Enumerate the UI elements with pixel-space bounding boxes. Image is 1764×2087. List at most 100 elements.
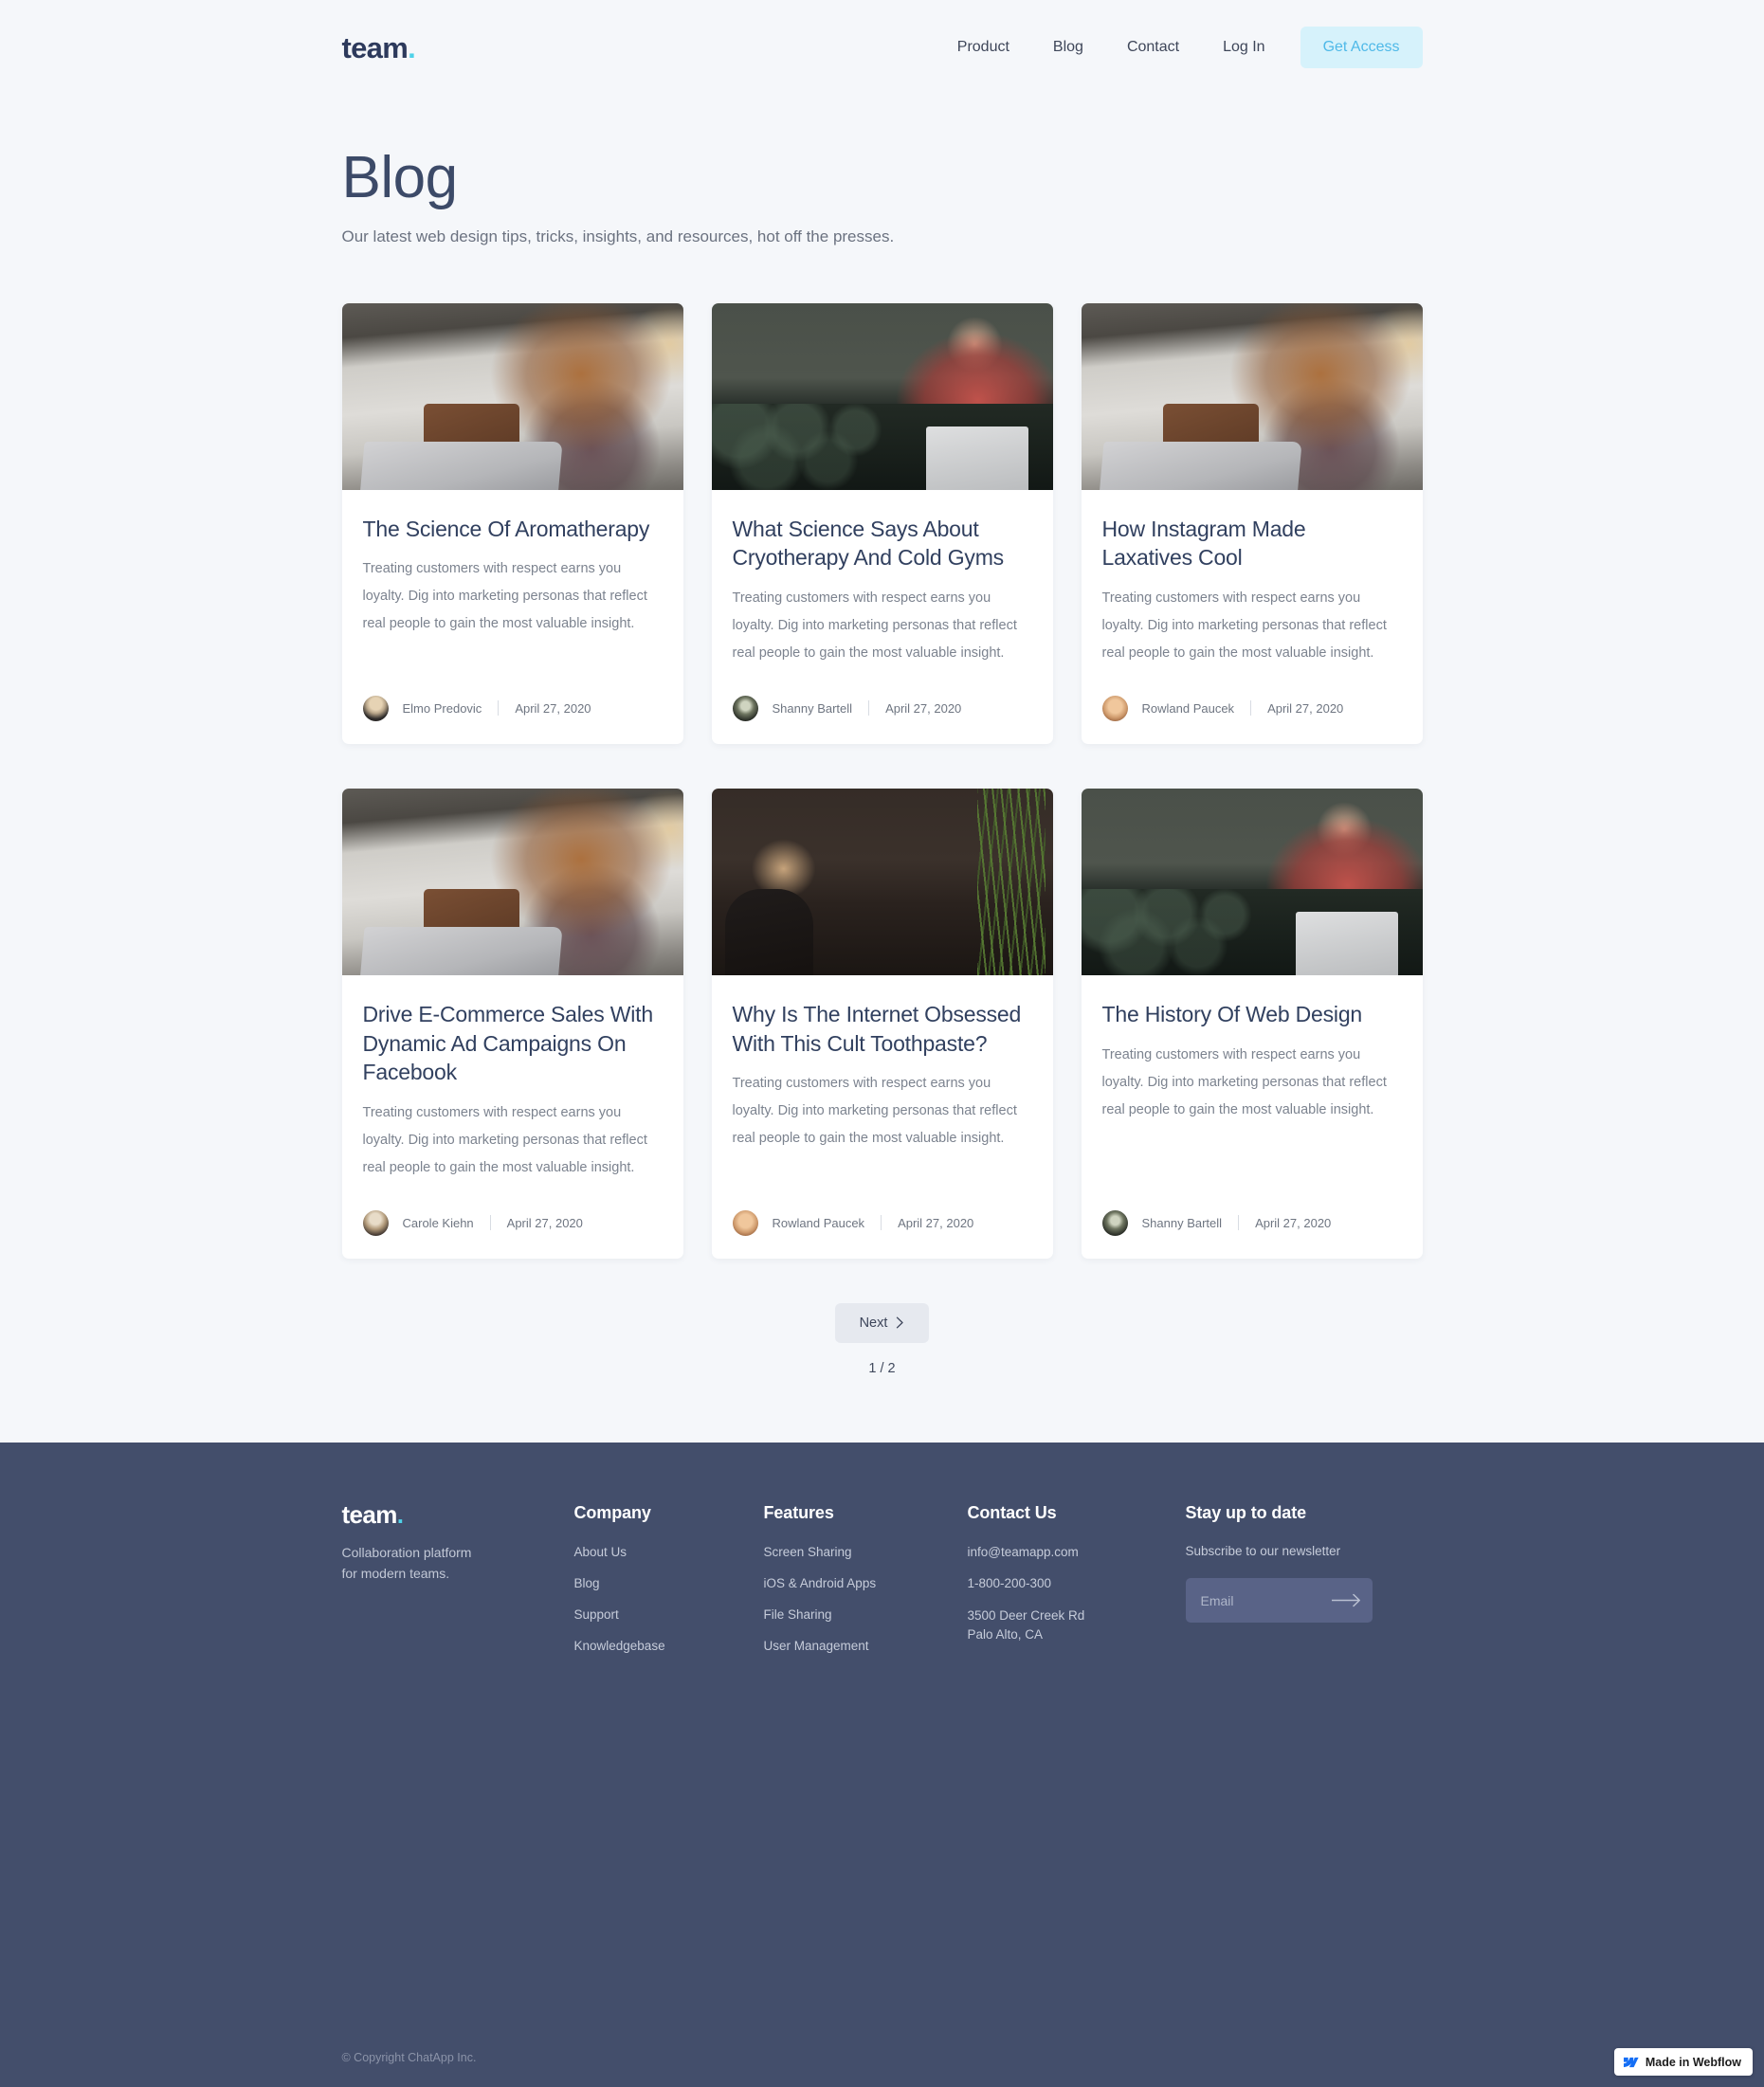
footer-link-blog[interactable]: Blog	[574, 1575, 764, 1593]
blog-card[interactable]: What Science Says About Cryotherapy And …	[711, 302, 1053, 744]
post-thumbnail	[1081, 302, 1423, 490]
post-body: What Science Says About Cryotherapy And …	[712, 490, 1053, 667]
footer-contact-list: info@teamapp.com 1-800-200-300 3500 Deer…	[968, 1544, 1186, 1643]
post-thumbnail	[711, 788, 1053, 975]
made-in-webflow-badge[interactable]: Made in Webflow	[1613, 2048, 1753, 2077]
post-image-toothpaste	[711, 788, 1053, 975]
footer-column-contact: Contact Us info@teamapp.com 1-800-200-30…	[968, 1502, 1186, 1656]
blog-card[interactable]: The History Of Web Design Treating custo…	[1081, 788, 1423, 1259]
meta-divider	[498, 700, 500, 717]
nav-link-product[interactable]: Product	[936, 30, 1031, 64]
footer-brand-column: team. Collaboration platform for modern …	[342, 1502, 574, 1656]
newsletter-email-input[interactable]	[1200, 1592, 1332, 1608]
post-thumbnail	[341, 788, 683, 975]
post-meta: Rowland Paucek April 27, 2020	[712, 1182, 1053, 1259]
avatar	[362, 1209, 389, 1236]
newsletter-title: Stay up to date	[1185, 1503, 1307, 1523]
post-body: How Instagram Made Laxatives Cool Treati…	[1082, 490, 1423, 667]
footer-contact-phone[interactable]: 1-800-200-300	[968, 1575, 1186, 1593]
post-author: Carole Kiehn	[402, 1215, 474, 1230]
post-excerpt: Treating customers with respect earns yo…	[362, 1104, 647, 1175]
footer-container: team. Collaboration platform for modern …	[342, 1502, 1423, 1656]
post-thumbnail	[341, 302, 683, 490]
footer-link-support[interactable]: Support	[574, 1606, 764, 1624]
post-date: April 27, 2020	[515, 700, 591, 716]
post-date: April 27, 2020	[885, 700, 962, 716]
post-excerpt: Treating customers with respect earns yo…	[732, 590, 1017, 661]
address-line-2: Palo Alto, CA	[967, 1626, 1044, 1642]
newsletter-form	[1185, 1578, 1373, 1624]
footer-link-screen-sharing[interactable]: Screen Sharing	[764, 1544, 968, 1562]
blog-card[interactable]: The Science Of Aromatherapy Treating cus…	[341, 302, 683, 744]
post-date: April 27, 2020	[506, 1215, 583, 1230]
post-title: Drive E-Commerce Sales With Dynamic Ad C…	[362, 1001, 654, 1085]
footer-logo-dot: .	[396, 1500, 404, 1530]
navbar-container: team. Product Blog Contact Log In Get Ac…	[342, 27, 1423, 68]
avatar	[362, 695, 389, 721]
post-title: The History Of Web Design	[1101, 1001, 1363, 1026]
footer-contact-email[interactable]: info@teamapp.com	[968, 1544, 1186, 1562]
footer-link-about-us[interactable]: About Us	[574, 1544, 764, 1562]
post-excerpt: Treating customers with respect earns yo…	[732, 1076, 1017, 1147]
footer-link-knowledgebase[interactable]: Knowledgebase	[574, 1638, 764, 1656]
page-title: Blog	[341, 145, 459, 210]
footer-link-list: Screen Sharing iOS & Android Apps File S…	[764, 1544, 968, 1656]
webflow-badge-label: Made in Webflow	[1645, 2055, 1741, 2069]
post-date: April 27, 2020	[898, 1215, 974, 1230]
chevron-right-icon	[897, 1316, 904, 1329]
footer-tagline-line1: Collaboration platform	[341, 1545, 472, 1561]
avatar	[732, 695, 758, 721]
post-meta: Rowland Paucek April 27, 2020	[1082, 667, 1423, 744]
post-author: Rowland Paucek	[772, 1215, 865, 1230]
nav-link-login[interactable]: Log In	[1201, 30, 1286, 64]
footer-column-title: Features	[763, 1503, 834, 1523]
avatar	[732, 1209, 758, 1236]
post-image-web-design-history	[1081, 788, 1423, 975]
pagination: Next 1 / 2	[342, 1259, 1423, 1443]
post-image-cryotherapy	[711, 302, 1053, 490]
footer-column-title: Company	[573, 1503, 651, 1523]
meta-divider	[489, 1215, 491, 1231]
arrow-right-icon	[1331, 1593, 1360, 1607]
blog-card[interactable]: Why Is The Internet Obsessed With This C…	[711, 788, 1053, 1259]
meta-divider	[1250, 700, 1252, 717]
footer-logo: team.	[342, 1502, 574, 1527]
address-line-1: 3500 Deer Creek Rd	[967, 1607, 1085, 1623]
logo-team[interactable]: team.	[342, 33, 416, 63]
newsletter-submit-button[interactable]	[1331, 1593, 1361, 1607]
post-author: Elmo Predovic	[402, 700, 482, 716]
post-title: How Instagram Made Laxatives Cool	[1101, 516, 1306, 571]
post-date: April 27, 2020	[1255, 1215, 1332, 1230]
footer-newsletter: Stay up to date Subscribe to our newslet…	[1185, 1502, 1423, 1656]
logo-text: team	[341, 30, 409, 64]
post-image-aromatherapy	[341, 302, 683, 490]
page-header: Blog Our latest web design tips, tricks,…	[342, 95, 1423, 249]
post-meta: Carole Kiehn April 27, 2020	[342, 1182, 683, 1259]
copyright-text: © Copyright ChatApp Inc.	[341, 2051, 477, 2065]
nav-link-contact[interactable]: Contact	[1105, 30, 1201, 64]
post-date: April 27, 2020	[1267, 700, 1344, 716]
meta-divider	[1238, 1215, 1240, 1231]
post-body: The Science Of Aromatherapy Treating cus…	[342, 490, 683, 667]
footer-link-ios-android-apps[interactable]: iOS & Android Apps	[764, 1575, 968, 1593]
footer-tagline-line2: for modern teams.	[341, 1565, 450, 1581]
post-body: The History Of Web Design Treating custo…	[1082, 975, 1423, 1182]
footer-contact-address: 3500 Deer Creek Rd Palo Alto, CA	[968, 1606, 1186, 1643]
post-excerpt: Treating customers with respect earns yo…	[362, 561, 647, 632]
primary-navigation: Product Blog Contact Log In Get Access	[936, 27, 1423, 68]
footer-column-title: Contact Us	[967, 1503, 1057, 1523]
blog-card[interactable]: Drive E-Commerce Sales With Dynamic Ad C…	[341, 788, 683, 1259]
footer-tagline: Collaboration platform for modern teams.	[342, 1543, 574, 1584]
page-subtitle: Our latest web design tips, tricks, insi…	[341, 227, 895, 246]
nav-link-blog[interactable]: Blog	[1031, 30, 1105, 64]
meta-divider	[868, 700, 870, 717]
next-page-button[interactable]: Next	[834, 1302, 930, 1344]
newsletter-subtitle: Subscribe to our newsletter	[1185, 1544, 1341, 1559]
footer-link-file-sharing[interactable]: File Sharing	[764, 1606, 968, 1624]
footer-logo-text: team	[341, 1500, 398, 1530]
post-meta: Shanny Bartell April 27, 2020	[1082, 1182, 1423, 1259]
post-excerpt: Treating customers with respect earns yo…	[1101, 590, 1387, 661]
footer-link-user-management[interactable]: User Management	[764, 1638, 968, 1656]
blog-card[interactable]: How Instagram Made Laxatives Cool Treati…	[1081, 302, 1423, 744]
get-access-button[interactable]: Get Access	[1300, 27, 1423, 68]
